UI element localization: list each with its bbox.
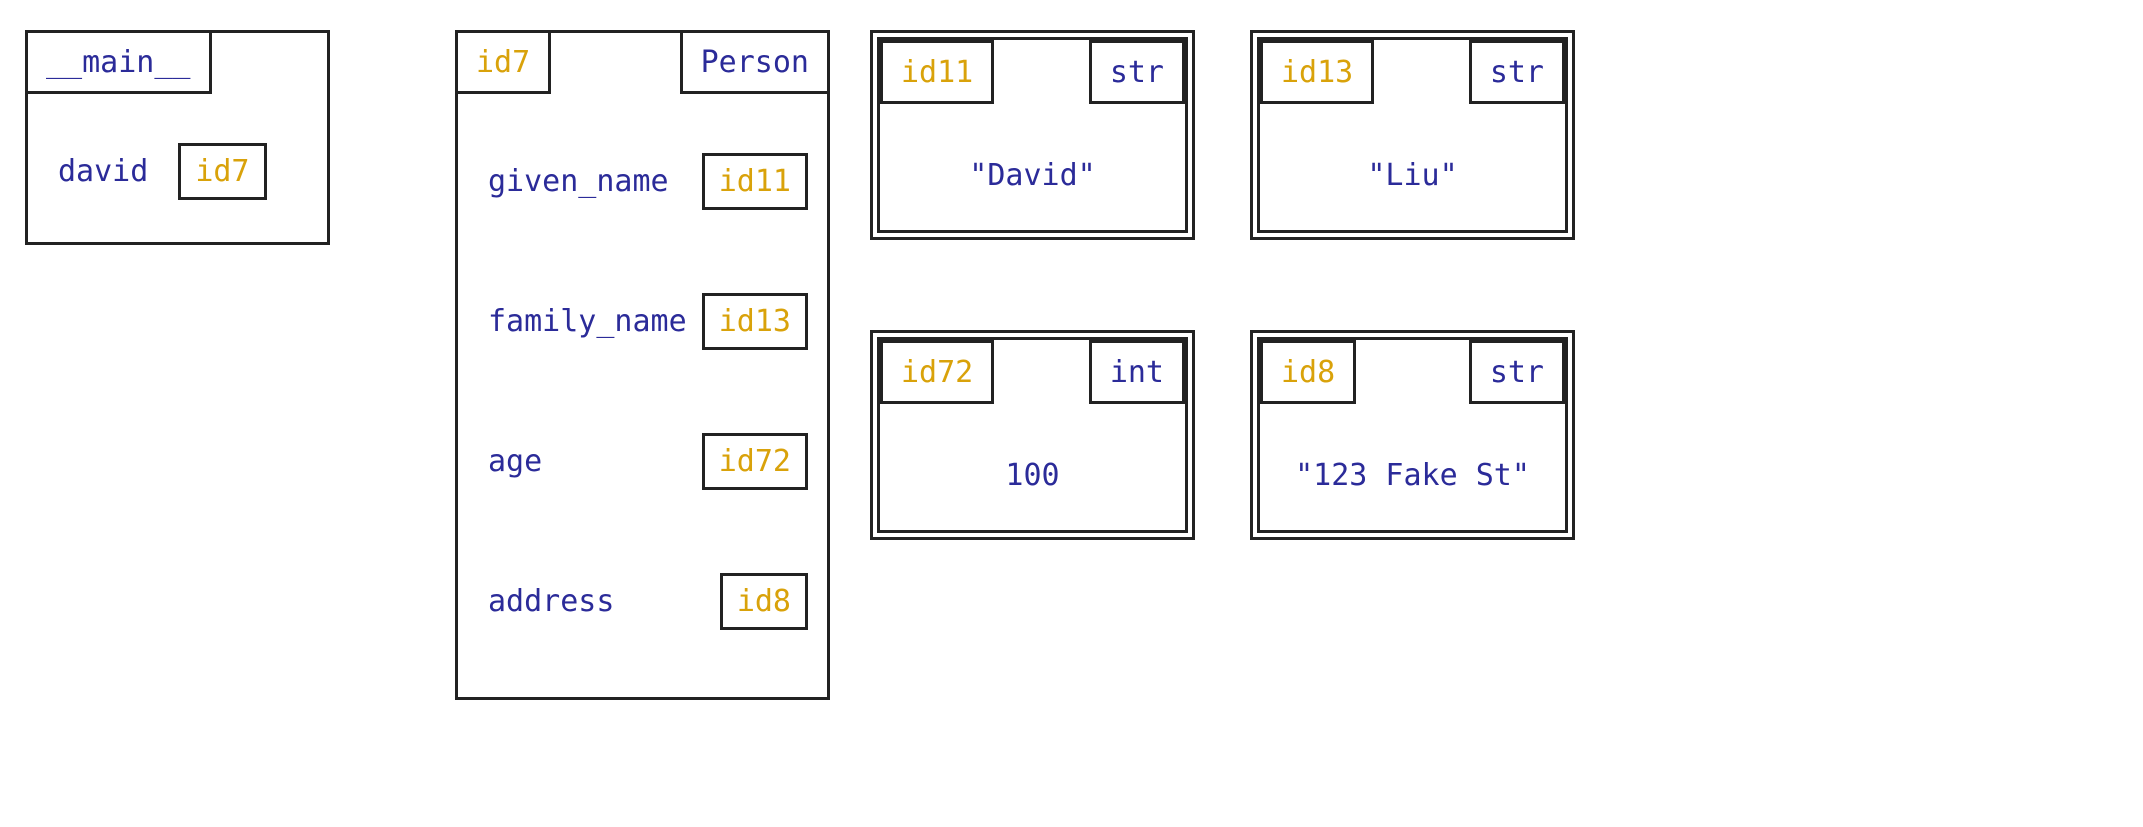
attr-ref: id8 <box>720 573 808 630</box>
object-person: id7 Person given_name id11 family_name i… <box>455 30 830 700</box>
object-id: id13 <box>1260 40 1374 104</box>
object-value: "Liu" <box>1253 158 1572 193</box>
object-given-name: id11 str "David" <box>870 30 1195 240</box>
attr-ref: id72 <box>702 433 808 490</box>
object-value: "David" <box>873 158 1192 193</box>
object-type: int <box>1089 340 1185 404</box>
object-id: id72 <box>880 340 994 404</box>
object-id: id7 <box>455 30 551 94</box>
object-type: str <box>1469 340 1565 404</box>
object-address: id8 str "123 Fake St" <box>1250 330 1575 540</box>
variable-ref: id7 <box>178 143 266 200</box>
object-type: str <box>1089 40 1185 104</box>
attr-ref: id13 <box>702 293 808 350</box>
frame-main: __main__ david id7 <box>25 30 330 245</box>
object-id: id8 <box>1260 340 1356 404</box>
object-age: id72 int 100 <box>870 330 1195 540</box>
object-type: Person <box>680 30 830 94</box>
object-value: 100 <box>873 458 1192 493</box>
memory-diagram: __main__ david id7 id7 Person given_name… <box>0 0 2143 827</box>
frame-title: __main__ <box>25 30 212 94</box>
object-type: str <box>1469 40 1565 104</box>
object-family-name: id13 str "Liu" <box>1250 30 1575 240</box>
attr-ref: id11 <box>702 153 808 210</box>
attr-name: address <box>488 584 614 619</box>
object-id: id11 <box>880 40 994 104</box>
attr-name: given_name <box>488 164 669 199</box>
variable-name: david <box>58 154 148 189</box>
attr-name: family_name <box>488 304 687 339</box>
object-value: "123 Fake St" <box>1253 458 1572 493</box>
attr-name: age <box>488 444 542 479</box>
